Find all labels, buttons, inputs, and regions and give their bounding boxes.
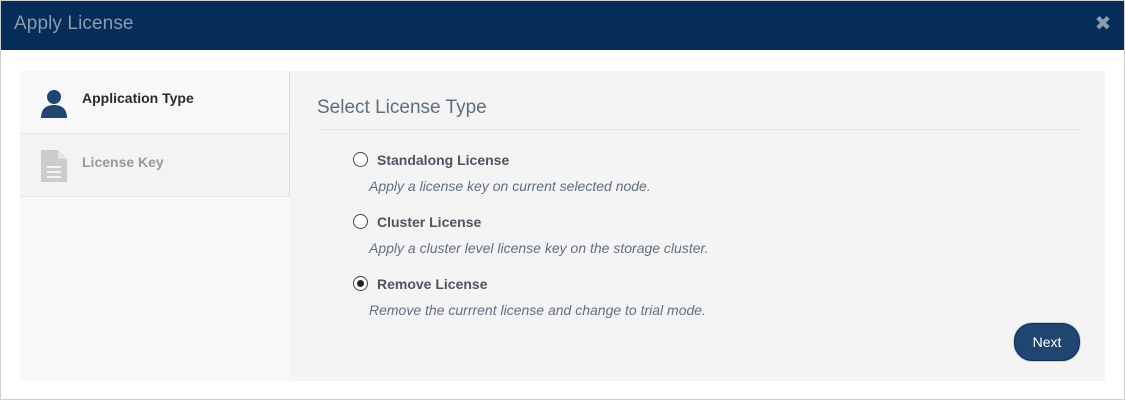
dialog-titlebar: Apply License ✖: [1, 1, 1124, 50]
sidebar-item-label: Application Type: [82, 90, 194, 106]
wizard-sidebar: Application Type License Key: [20, 71, 290, 381]
option-label[interactable]: Cluster License: [377, 214, 481, 230]
wizard-content: Select License Type Standalong License A…: [291, 71, 1105, 381]
option-description: Apply a cluster level license key on the…: [369, 240, 709, 256]
dialog-title: Apply License: [14, 13, 134, 34]
radio-remove-license[interactable]: [353, 276, 368, 291]
apply-license-dialog: Apply License ✖ Application Type License…: [0, 0, 1125, 400]
option-description: Apply a license key on current selected …: [369, 178, 651, 194]
page-title: Select License Type: [317, 97, 487, 118]
sidebar-item-license-key[interactable]: License Key: [20, 134, 290, 197]
radio-cluster-license[interactable]: [353, 214, 368, 229]
sidebar-item-application-type[interactable]: Application Type: [20, 71, 290, 134]
option-description: Remove the currrent license and change t…: [369, 302, 706, 318]
wizard-panel: Application Type License Key Select Lice…: [20, 71, 1105, 381]
divider: [317, 129, 1081, 130]
user-icon: [40, 89, 68, 119]
close-icon[interactable]: ✖: [1094, 14, 1112, 34]
next-button[interactable]: Next: [1014, 323, 1080, 361]
option-label[interactable]: Standalong License: [377, 152, 509, 168]
document-icon: [41, 150, 69, 182]
sidebar-item-label: License Key: [82, 154, 164, 170]
option-label[interactable]: Remove License: [377, 276, 488, 292]
radio-standalone-license[interactable]: [353, 152, 368, 167]
